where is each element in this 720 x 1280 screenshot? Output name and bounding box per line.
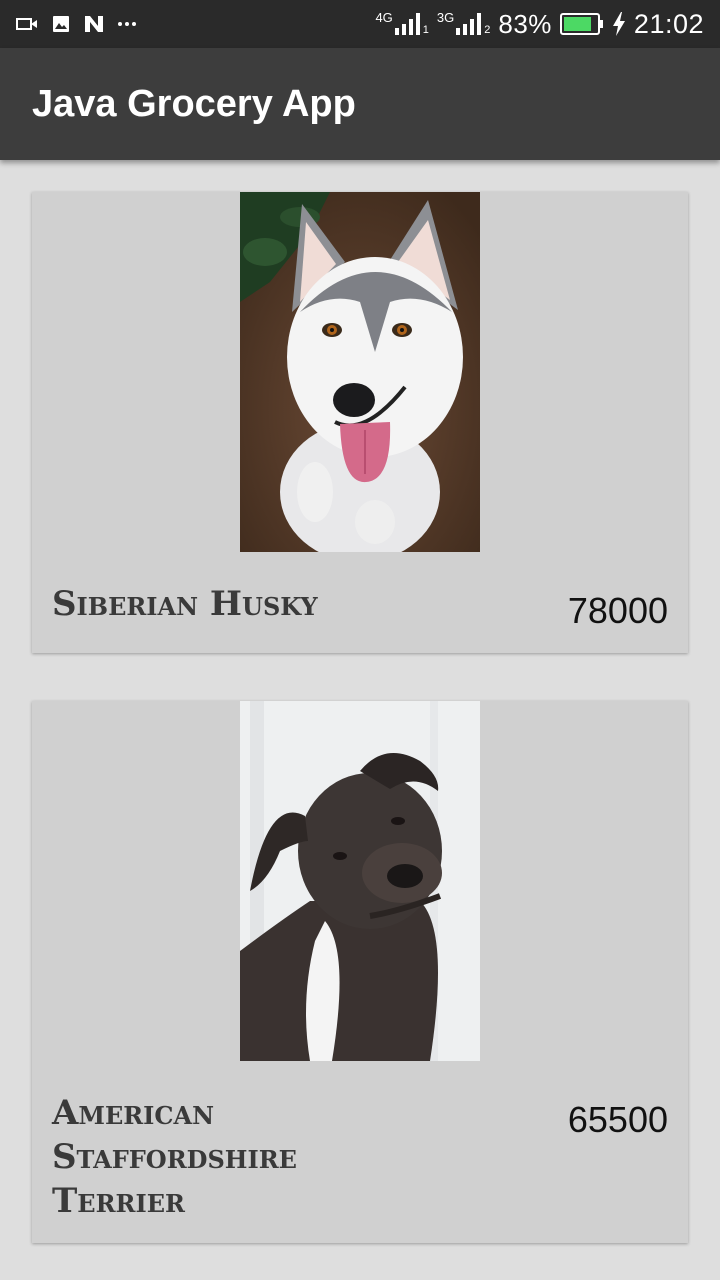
product-card[interactable]: Siberian Husky 78000 — [32, 192, 688, 653]
video-icon — [16, 16, 38, 32]
product-name: American Staffordshire Terrier — [52, 1093, 297, 1221]
husky-photo — [240, 192, 480, 552]
image-icon — [52, 15, 70, 33]
signal-sim-2: 3G 2 — [436, 9, 491, 37]
signal-icon — [456, 13, 482, 35]
product-price: 78000 — [567, 590, 668, 631]
app-bar: Java Grocery App — [0, 48, 720, 160]
product-price: 65500 — [567, 1099, 668, 1140]
signal-icon — [394, 13, 420, 35]
app-title: Java Grocery App — [32, 82, 356, 125]
notification-icons — [16, 15, 136, 33]
charging-bolt-icon — [612, 12, 626, 36]
sim-number-2: 2 — [484, 24, 491, 36]
signal-sim-1: 4G 1 — [375, 9, 429, 37]
network-type-1: 4G — [375, 9, 393, 25]
battery-percent: 83% — [498, 8, 552, 39]
product-card[interactable]: American Staffordshire Terrier 65500 — [32, 701, 688, 1243]
clock: 21:02 — [633, 8, 704, 39]
sim-number-1: 1 — [422, 24, 429, 36]
status-bar: 4G 1 3G 2 83% 21:02 — [0, 0, 720, 48]
network-type-2: 3G — [436, 9, 455, 25]
n-app-icon — [84, 15, 104, 33]
product-name: Siberian Husky — [52, 584, 318, 624]
staffordshire-terrier-photo — [240, 701, 480, 1061]
system-status: 4G 1 3G 2 83% 21:02 — [375, 9, 704, 40]
battery-icon — [559, 13, 604, 35]
more-dots-icon — [118, 21, 136, 27]
